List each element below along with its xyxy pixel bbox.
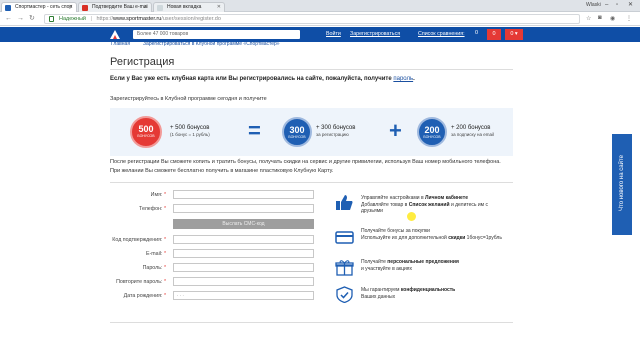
tab-title: Спортмастер - сеть спор — [15, 4, 73, 10]
invite-text: Зарегистрируйтесь в Клубной программе се… — [110, 96, 267, 102]
phone-field[interactable] — [173, 204, 314, 213]
close-icon[interactable]: ✕ — [217, 3, 221, 12]
star-icon[interactable]: ☆ — [586, 15, 591, 22]
url-path: /user/session/register.do — [161, 16, 221, 22]
account-button[interactable]: 0 ▾ — [505, 29, 523, 40]
whats-new-label: Что нового на сайте — [619, 155, 625, 211]
intro-text: Если у Вас уже есть клубная карта или Вы… — [110, 76, 415, 82]
birthdate-label: Дата рождения: * — [123, 293, 166, 299]
minimize-icon[interactable]: – — [605, 1, 608, 10]
password-field[interactable] — [173, 263, 314, 272]
compare-link[interactable]: Список сравнения: — [418, 31, 465, 38]
url-separator: | — [90, 16, 92, 22]
benefit-bonuses: Получайте бонусы за покупки Используйте … — [361, 228, 502, 241]
password-repeat-label: Повторите пароль: * — [116, 279, 166, 285]
breadcrumb-current[interactable]: Зарегистрироваться в Клубной программе «… — [143, 41, 280, 47]
lock-icon — [49, 16, 54, 22]
close-icon[interactable]: ✕ — [69, 3, 73, 12]
account-count: 0 — [510, 31, 514, 37]
email-field[interactable] — [173, 249, 314, 258]
login-link[interactable]: Войти — [326, 31, 341, 38]
back-icon[interactable]: ← — [5, 15, 12, 23]
tab-sportmaster[interactable]: Спортмастер - сеть спор ✕ — [1, 2, 77, 12]
window-close-icon[interactable]: ✕ — [628, 1, 633, 10]
name-label: Имя: * — [150, 192, 166, 198]
compare-count: 0 — [475, 30, 479, 36]
phone-label: Телефон: * — [139, 206, 166, 212]
maximize-icon[interactable]: ▫ — [616, 1, 618, 10]
browser-tab-bar: Спортмастер - сеть спор ✕ Подтвердите Ва… — [0, 0, 640, 12]
bonus-200-coin-icon: 200 БОНУСОВ — [417, 117, 447, 147]
whats-new-side-tab[interactable]: Что нового на сайте — [612, 134, 632, 235]
breadcrumb: Главная Зарегистрироваться в Клубной прог… — [111, 41, 293, 47]
bonus-promo-banner: 500 БОНУСОВ + 500 бонусов (1 бонус = 1 руб… — [110, 108, 513, 156]
benefit-privacy: Мы гарантируем конфиденциальность Ваших … — [361, 287, 456, 300]
url-scheme: https:// — [96, 16, 113, 22]
breadcrumb-home[interactable]: Главная — [111, 41, 130, 47]
password-link[interactable]: пароль — [393, 76, 413, 82]
cart-count: 0 — [492, 31, 496, 37]
cart-button[interactable]: 0 — [487, 29, 501, 40]
tab-title: Подтвердите Ваш e-mai — [92, 4, 148, 10]
benefit-cabinet: Управляйте настройками в Личном кабинете… — [361, 195, 489, 214]
bonus-300-text: + 300 бонусов за регистрацию — [316, 125, 356, 137]
registration-description: После регистрации Вы сможете копить и тр… — [110, 159, 501, 174]
shield-check-icon — [336, 286, 353, 303]
send-sms-button[interactable]: Выслать СМС-код — [173, 219, 314, 229]
email-label: E-mail: * — [145, 251, 166, 257]
register-link[interactable]: Зарегистрироваться — [350, 31, 400, 38]
gift-icon — [335, 260, 354, 276]
close-icon[interactable]: ✕ — [144, 3, 148, 12]
tab-email-confirm[interactable]: Подтвердите Ваш e-mai ✕ — [78, 2, 152, 12]
search-input[interactable]: Более 47 000 товаров — [133, 30, 300, 39]
divider — [110, 182, 513, 183]
page-favicon-icon — [157, 5, 163, 11]
divider — [110, 322, 513, 323]
page-title: Регистрация — [110, 56, 175, 68]
divider — [110, 69, 513, 70]
bonus-300-coin-icon: 300 БОНУСОВ — [282, 117, 312, 147]
url-input[interactable]: Надежный | https://www.sportmaster.ru/us… — [44, 14, 580, 24]
extension-icon[interactable]: ◉ — [610, 15, 615, 22]
sportmaster-logo-icon[interactable] — [110, 30, 120, 39]
site-header: Более 47 000 товаров Войти Зарегистриров… — [0, 27, 640, 42]
card-icon — [335, 231, 354, 244]
window-user: Wlaski — [586, 2, 601, 8]
url-host: www.sportmaster.ru — [113, 16, 162, 22]
password-repeat-field[interactable] — [173, 277, 314, 286]
bonus-500-text: + 500 бонусов (1 бонус = 1 рубль) — [170, 125, 210, 137]
extension-icon[interactable]: ◙ — [598, 15, 602, 21]
tab-new[interactable]: Новая вкладка ✕ — [153, 2, 225, 12]
tab-title: Новая вкладка — [167, 4, 202, 10]
password-label: Пароль: * — [142, 265, 166, 271]
menu-icon[interactable]: ⋮ — [626, 15, 632, 22]
sportmaster-favicon-icon — [5, 5, 11, 11]
bonus-500-coin-icon: 500 БОНУСОВ — [130, 116, 162, 148]
address-bar-row: ← → ↻ Надежный | https://www.sportmaster… — [0, 12, 640, 26]
name-field[interactable] — [173, 190, 314, 199]
code-label: Код подтверждения: * — [112, 237, 166, 243]
plus-icon: + — [389, 118, 402, 143]
benefit-offers: Получайте персональные предложения и уча… — [361, 259, 459, 272]
thumbs-up-icon — [336, 195, 353, 210]
confirmation-code-field[interactable] — [173, 235, 314, 244]
forward-icon[interactable]: → — [17, 15, 24, 23]
reload-icon[interactable]: ↻ — [29, 15, 35, 23]
bonus-200-text: + 200 бонусов за подписку на email — [451, 125, 494, 137]
equals-icon: = — [248, 118, 261, 143]
birthdate-field[interactable]: . . . — [173, 291, 314, 300]
mouse-cursor-highlight — [407, 212, 416, 221]
gmail-favicon-icon — [82, 5, 88, 11]
security-label: Надежный — [59, 16, 86, 22]
